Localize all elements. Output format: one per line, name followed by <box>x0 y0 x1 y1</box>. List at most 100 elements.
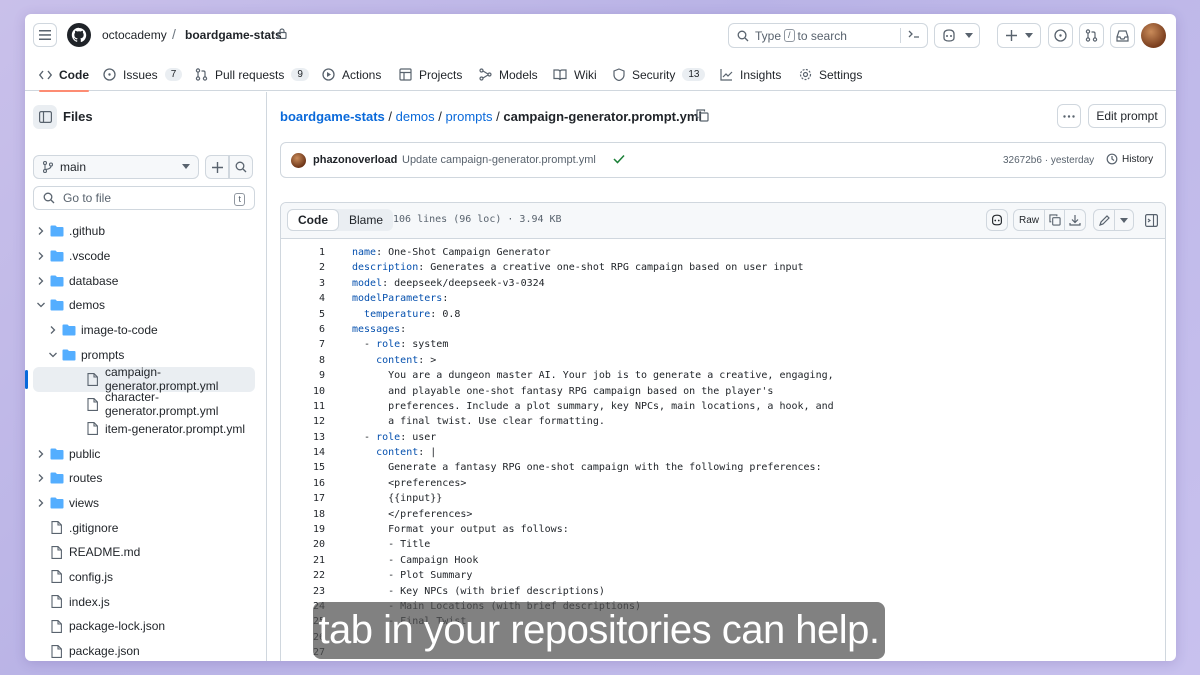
user-avatar[interactable] <box>1141 23 1166 48</box>
tree-folder[interactable]: database <box>25 268 266 293</box>
tree-file[interactable]: .gitignore <box>25 515 266 540</box>
tab-models[interactable]: Models <box>479 58 538 91</box>
more-options-button[interactable] <box>1057 104 1081 128</box>
line-number[interactable]: 4 <box>281 291 325 306</box>
line-number[interactable]: 15 <box>281 460 325 475</box>
line-number[interactable]: 3 <box>281 276 325 291</box>
tree-file[interactable]: item-generator.prompt.yml <box>25 417 266 442</box>
tree-folder[interactable]: demos <box>25 293 266 318</box>
copilot-icon <box>992 214 1002 226</box>
line-number[interactable]: 12 <box>281 414 325 429</box>
line-number[interactable]: 22 <box>281 568 325 583</box>
code-line: 10 and playable one-shot fantasy RPG cam… <box>281 384 1165 399</box>
line-number[interactable]: 11 <box>281 399 325 414</box>
create-new-button[interactable] <box>997 23 1041 48</box>
breadcrumb-dir-prompts[interactable]: prompts <box>446 109 493 124</box>
go-to-file-input[interactable]: Go to file t <box>33 186 255 210</box>
tree-file[interactable]: character-generator.prompt.yml <box>25 390 266 418</box>
line-number[interactable]: 2 <box>281 260 325 275</box>
line-number[interactable]: 21 <box>281 553 325 568</box>
commit-message[interactable]: Update campaign-generator.prompt.yml <box>402 154 596 166</box>
github-logo-icon[interactable] <box>67 23 91 47</box>
edit-file-button[interactable] <box>1093 209 1115 231</box>
tree-folder[interactable]: prompts <box>25 342 266 367</box>
line-number[interactable]: 14 <box>281 445 325 460</box>
line-number[interactable]: 13 <box>281 430 325 445</box>
line-number[interactable]: 5 <box>281 307 325 322</box>
file-icon <box>51 595 62 609</box>
tree-file[interactable]: config.js <box>25 565 266 590</box>
check-icon[interactable] <box>613 154 625 164</box>
search-files-button[interactable] <box>229 155 253 179</box>
folder-icon <box>62 324 76 336</box>
tab-settings[interactable]: Settings <box>799 58 862 91</box>
tree-folder[interactable]: .vscode <box>25 244 266 269</box>
git-pull-request-icon <box>195 68 208 81</box>
breadcrumb-dir-demos[interactable]: demos <box>396 109 435 124</box>
tree-file[interactable]: package-lock.json <box>25 614 266 639</box>
line-number[interactable]: 16 <box>281 476 325 491</box>
search-input[interactable]: Type / to search <box>728 23 928 48</box>
branch-selector[interactable]: main <box>33 155 199 179</box>
commit-sha-time[interactable]: 32672b6 · yesterday <box>1003 155 1094 166</box>
tree-folder[interactable]: image-to-code <box>25 318 266 343</box>
repo-link[interactable]: boardgame-stats <box>185 28 282 42</box>
history-link[interactable]: History <box>1106 153 1153 165</box>
tab-label: Wiki <box>574 67 597 82</box>
repo-nav: Code Issues 7 Pull requests 9 Actions Pr… <box>25 58 1176 92</box>
tab-pull-requests[interactable]: Pull requests 9 <box>195 58 309 91</box>
collapse-sidebar-button[interactable] <box>33 105 57 129</box>
tab-issues[interactable]: Issues 7 <box>103 58 183 91</box>
line-number[interactable]: 8 <box>281 353 325 368</box>
edit-options-button[interactable] <box>1114 209 1134 231</box>
owner-link[interactable]: octocademy <box>102 28 167 42</box>
tab-insights[interactable]: Insights <box>720 58 781 91</box>
tree-folder[interactable]: views <box>25 491 266 516</box>
line-number[interactable]: 19 <box>281 522 325 537</box>
line-number[interactable]: 20 <box>281 537 325 552</box>
code-view-button[interactable]: Code <box>287 209 339 231</box>
line-number[interactable]: 10 <box>281 384 325 399</box>
line-number[interactable]: 6 <box>281 322 325 337</box>
tree-file[interactable]: README.md <box>25 540 266 565</box>
copilot-ask-button[interactable] <box>986 209 1008 231</box>
line-number[interactable]: 17 <box>281 491 325 506</box>
add-file-button[interactable] <box>205 155 229 179</box>
issues-button[interactable] <box>1048 23 1073 48</box>
tree-file[interactable]: index.js <box>25 589 266 614</box>
tree-folder[interactable]: public <box>25 441 266 466</box>
line-number[interactable]: 18 <box>281 507 325 522</box>
blame-view-button[interactable]: Blame <box>339 209 393 231</box>
line-number[interactable]: 7 <box>281 337 325 352</box>
line-number[interactable]: 1 <box>281 245 325 260</box>
tab-code[interactable]: Code <box>39 58 89 92</box>
tree-file[interactable]: package.json <box>25 639 266 661</box>
yaml-text: : One-Shot Campaign Generator <box>376 247 551 258</box>
tab-actions[interactable]: Actions <box>322 58 381 91</box>
tree-file[interactable]: campaign-generator.prompt.yml <box>25 365 255 393</box>
download-button[interactable] <box>1064 209 1086 231</box>
breadcrumb-repo[interactable]: boardgame-stats <box>280 109 385 124</box>
edit-prompt-button[interactable]: Edit prompt <box>1088 104 1166 128</box>
tab-wiki[interactable]: Wiki <box>553 58 597 91</box>
notifications-button[interactable] <box>1110 23 1135 48</box>
copilot-button[interactable] <box>934 23 980 48</box>
menu-button[interactable] <box>33 23 57 47</box>
copy-path-icon[interactable] <box>696 109 709 122</box>
line-number[interactable]: 9 <box>281 368 325 383</box>
commit-author[interactable]: phazonoverload <box>313 154 397 166</box>
search-icon <box>43 192 55 204</box>
tab-security[interactable]: Security 13 <box>613 58 706 91</box>
tree-folder[interactable]: .github <box>25 219 266 244</box>
copy-raw-button[interactable] <box>1044 209 1065 231</box>
tree-folder[interactable]: routes <box>25 466 266 491</box>
symbols-panel-button[interactable] <box>1141 209 1161 231</box>
line-number[interactable]: 23 <box>281 584 325 599</box>
author-avatar[interactable] <box>291 153 306 168</box>
raw-button[interactable]: Raw <box>1013 209 1045 231</box>
tab-projects[interactable]: Projects <box>399 58 462 91</box>
pull-requests-button[interactable] <box>1079 23 1104 48</box>
yaml-key: model <box>352 277 383 289</box>
command-palette-icon[interactable] <box>900 28 921 43</box>
